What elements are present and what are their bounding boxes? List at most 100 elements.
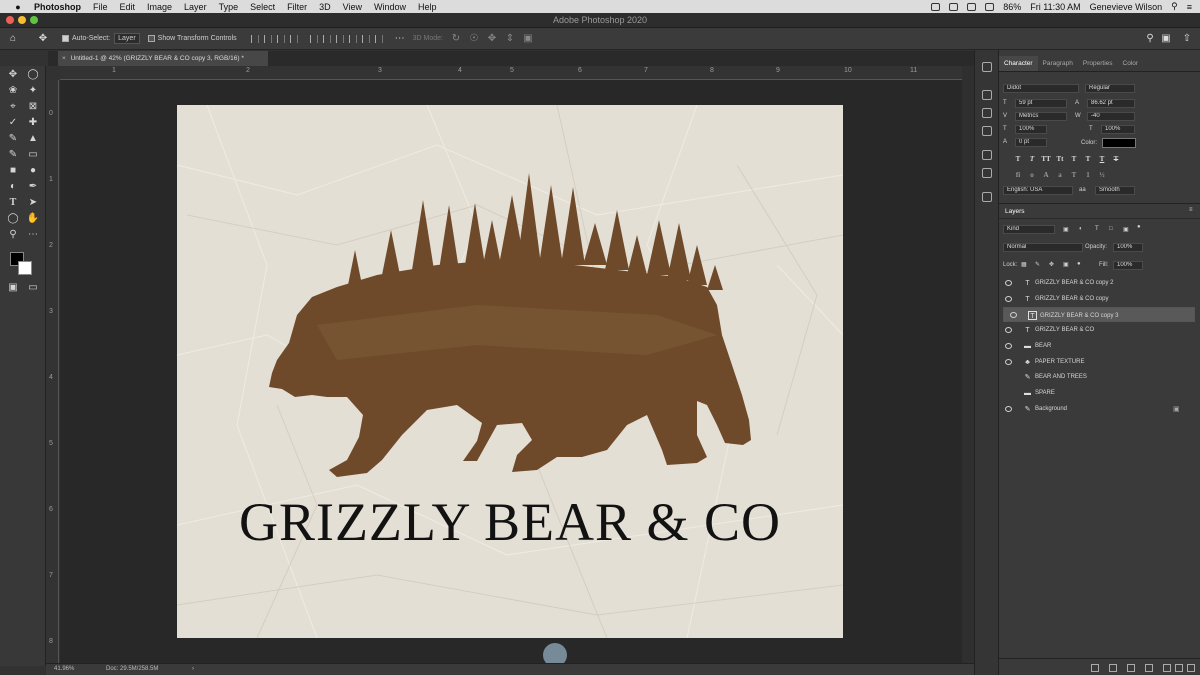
close-tab-icon[interactable]: × xyxy=(62,55,66,62)
align-bottom-icon[interactable] xyxy=(322,34,331,43)
oldstyle-icon[interactable]: o xyxy=(1027,170,1037,180)
hand-tool-icon[interactable]: ✋ xyxy=(26,213,40,225)
baseline-shift-field[interactable]: 0 pt xyxy=(1015,138,1047,147)
align-left-icon[interactable] xyxy=(250,34,259,43)
more-options-icon[interactable]: ⋯ xyxy=(395,33,405,44)
blur-tool-icon[interactable]: ● xyxy=(26,165,40,177)
artwork-title-text[interactable]: GRIZZLY BEAR & CO xyxy=(177,491,843,553)
add-mask-icon[interactable] xyxy=(1127,664,1135,672)
fill-field[interactable]: 100% xyxy=(1113,261,1143,270)
glyphs-panel-icon[interactable] xyxy=(982,192,992,202)
menu-file[interactable]: File xyxy=(93,2,108,12)
blend-mode-dropdown[interactable]: Normal xyxy=(1003,243,1083,252)
character-panel-icon[interactable] xyxy=(982,150,992,160)
layer-row[interactable]: T GRIZZLY BEAR & CO copy xyxy=(999,292,1191,307)
titling-icon[interactable]: T xyxy=(1069,170,1079,180)
layer-row[interactable]: T GRIZZLY BEAR & CO copy 2 xyxy=(999,276,1191,291)
gradient-tool-icon[interactable]: ■ xyxy=(6,165,20,177)
layer-group-row[interactable]: ▬ BEAR xyxy=(999,339,1191,354)
lock-artboard-icon[interactable]: ▣ xyxy=(1063,261,1069,268)
brush-panel-icon[interactable] xyxy=(982,90,992,100)
small-caps-icon[interactable]: Tt xyxy=(1055,154,1065,164)
tab-properties[interactable]: Properties xyxy=(1078,56,1118,71)
3d-slide-icon[interactable]: ⇕ xyxy=(505,33,515,44)
layer-filter-dropdown[interactable]: Kind xyxy=(1003,225,1055,234)
move-tool-icon[interactable]: ✥ xyxy=(38,33,48,44)
tab-color[interactable]: Color xyxy=(1118,56,1144,71)
distribute-icon[interactable] xyxy=(374,34,383,43)
add-style-icon[interactable] xyxy=(1109,664,1117,672)
status-icon[interactable] xyxy=(967,2,977,11)
fractions-icon[interactable]: ½ xyxy=(1097,170,1107,180)
history-panel-icon[interactable] xyxy=(982,62,992,72)
superscript-icon[interactable]: T xyxy=(1069,154,1079,164)
new-layer-icon[interactable] xyxy=(1175,664,1183,672)
distribute-icon[interactable] xyxy=(361,34,370,43)
new-fill-layer-icon[interactable] xyxy=(1145,664,1153,672)
link-layers-icon[interactable] xyxy=(1091,664,1099,672)
status-icon[interactable] xyxy=(949,2,959,11)
menu-window[interactable]: Window xyxy=(374,2,406,12)
eraser-icon[interactable]: ▭ xyxy=(26,149,40,161)
auto-select-dropdown[interactable]: Layer xyxy=(114,33,140,44)
lock-position-icon[interactable]: ✥ xyxy=(1049,261,1054,268)
vertical-scale-field[interactable]: 100% xyxy=(1015,125,1047,134)
visibility-eye-icon[interactable] xyxy=(1005,406,1012,412)
layer-row-selected[interactable]: T GRIZZLY BEAR & CO copy 3 xyxy=(1003,307,1195,322)
menu-type[interactable]: Type xyxy=(219,2,239,12)
clone-source-icon[interactable] xyxy=(982,108,992,118)
visibility-eye-icon[interactable] xyxy=(1005,343,1012,349)
filter-smart-icon[interactable]: ▣ xyxy=(1123,226,1129,233)
panel-menu-icon[interactable]: ≡ xyxy=(1189,207,1193,213)
wifi-icon[interactable] xyxy=(985,2,995,11)
subscript-icon[interactable]: T xyxy=(1083,154,1093,164)
zoom-level[interactable]: 41.96% xyxy=(54,664,74,675)
menu-list-icon[interactable]: ≡ xyxy=(1187,2,1192,12)
layer-group-row[interactable]: ▬ SPARE xyxy=(999,386,1191,401)
menu-app[interactable]: Photoshop xyxy=(34,2,81,12)
language-dropdown[interactable]: English: USA xyxy=(1003,186,1073,195)
pen-tool-icon[interactable]: ✒ xyxy=(26,181,40,193)
leading-field[interactable]: 86.62 pt xyxy=(1087,99,1135,108)
filter-shape-icon[interactable]: □ xyxy=(1109,226,1113,232)
layer-row[interactable]: ✎ Background ▣ xyxy=(999,402,1191,417)
adjustments-icon[interactable] xyxy=(982,126,992,136)
doc-size[interactable]: Doc: 29.5M/258.5M xyxy=(106,664,158,675)
shape-tool-icon[interactable]: ◯ xyxy=(6,213,20,225)
antialias-dropdown[interactable]: Smooth xyxy=(1095,186,1135,195)
apple-icon[interactable]: ● xyxy=(12,2,24,12)
distribute-icon[interactable] xyxy=(335,34,344,43)
tab-character[interactable]: Character xyxy=(999,56,1038,71)
healing-brush-icon[interactable]: ✚ xyxy=(26,117,40,129)
layer-row[interactable]: ♣ PAPER TEXTURE xyxy=(999,355,1191,370)
crop-tool-icon[interactable]: ⌖ xyxy=(6,101,20,113)
move-tool-icon[interactable]: ✥ xyxy=(6,69,20,81)
opacity-field[interactable]: 100% xyxy=(1113,243,1143,252)
menu-image[interactable]: Image xyxy=(147,2,172,12)
type-tool-icon[interactable]: T xyxy=(6,197,20,209)
filter-toggle-icon[interactable]: ● xyxy=(1137,224,1141,230)
workspace-icon[interactable]: ▣ xyxy=(1161,33,1171,44)
layer-row[interactable]: T GRIZZLY BEAR & CO xyxy=(999,323,1191,338)
visibility-eye-icon[interactable] xyxy=(1010,312,1017,318)
lock-all-icon[interactable]: ● xyxy=(1077,261,1081,267)
distribute-icon[interactable] xyxy=(348,34,357,43)
home-icon[interactable]: ⌂ xyxy=(8,33,18,44)
align-center-icon[interactable] xyxy=(263,34,272,43)
status-arrow-icon[interactable]: › xyxy=(192,664,194,675)
layers-panel-header[interactable]: Layers xyxy=(999,203,1200,219)
align-middle-icon[interactable] xyxy=(309,34,318,43)
text-color-swatch[interactable] xyxy=(1102,138,1136,148)
menu-select[interactable]: Select xyxy=(250,2,275,12)
screen-mode-icon[interactable]: ▭ xyxy=(26,282,40,294)
more-tools-icon[interactable]: ⋯ xyxy=(26,229,40,241)
lock-transparent-icon[interactable]: ▦ xyxy=(1021,261,1027,268)
tab-paragraph[interactable]: Paragraph xyxy=(1038,56,1078,71)
font-family-dropdown[interactable]: Didot xyxy=(1003,84,1079,93)
align-right-icon[interactable] xyxy=(276,34,285,43)
visibility-eye-icon[interactable] xyxy=(1005,296,1012,302)
quick-mask-icon[interactable]: ▣ xyxy=(6,282,20,294)
font-style-dropdown[interactable]: Regular xyxy=(1085,84,1135,93)
delete-layer-icon[interactable] xyxy=(1187,664,1195,672)
dodge-tool-icon[interactable]: ◐ xyxy=(6,181,20,193)
